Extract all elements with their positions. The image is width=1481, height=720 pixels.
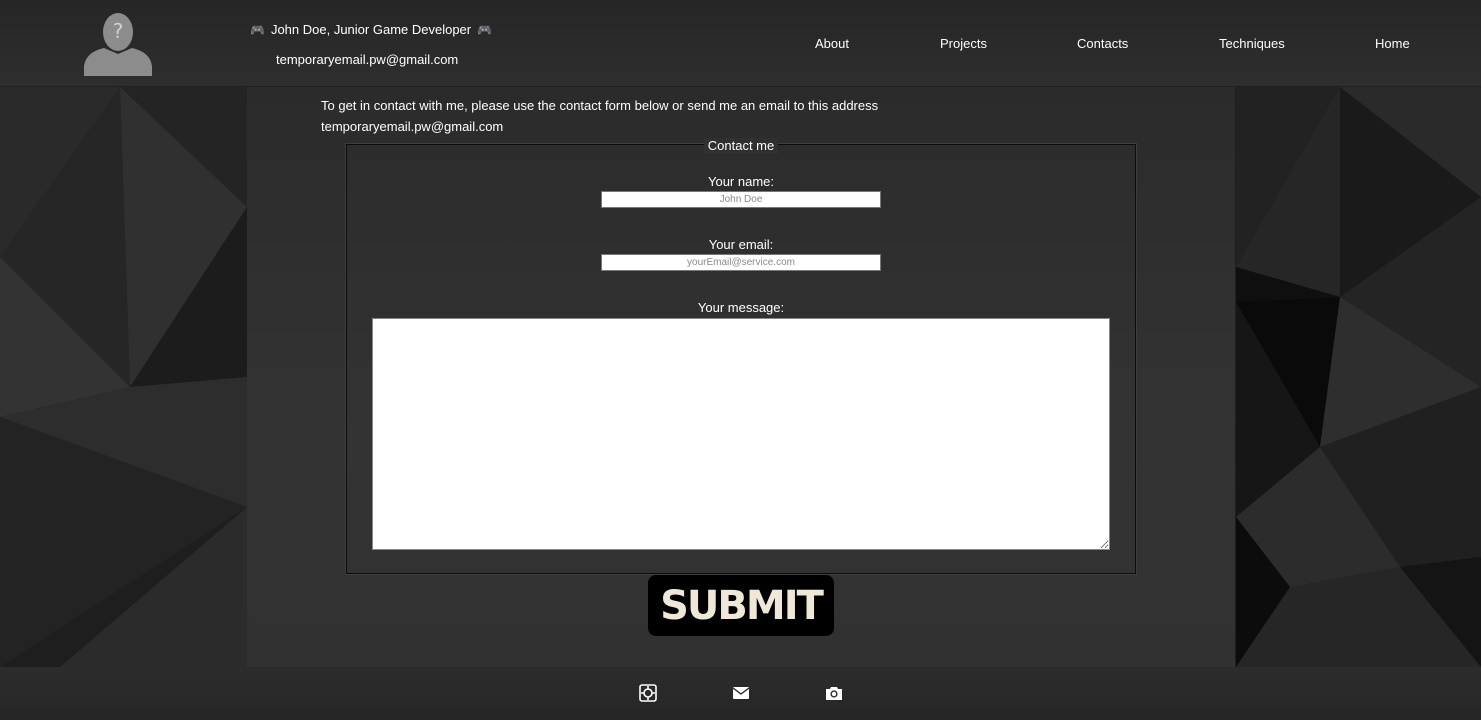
message-textarea[interactable] — [372, 318, 1110, 550]
email-input[interactable] — [601, 254, 881, 271]
intro-email: temporaryemail.pw@gmail.com — [321, 119, 504, 134]
user-silhouette-icon: ? — [84, 13, 152, 76]
intro-text: To get in contact with me, please use th… — [321, 98, 879, 113]
itch-io-icon[interactable] — [639, 684, 657, 702]
nav-projects[interactable]: Projects — [940, 36, 987, 51]
contact-form: Contact me Your name: Your email: Your m… — [345, 138, 1137, 575]
site-title-text: John Doe, Junior Game Developer — [270, 22, 472, 37]
submit-button[interactable]: SUBMIT — [648, 575, 834, 636]
site-header: ? 🎮 John Doe, Junior Game Developer 🎮 te… — [0, 0, 1481, 87]
nav-techniques[interactable]: Techniques — [1219, 36, 1285, 51]
gamepad-icon: 🎮 — [250, 22, 265, 37]
form-legend: Contact me — [347, 137, 1135, 155]
site-footer — [0, 667, 1481, 720]
email-label: Your email: — [708, 237, 774, 252]
mail-icon[interactable] — [732, 684, 750, 702]
nav-about[interactable]: About — [815, 36, 849, 51]
gamepad-icon: 🎮 — [477, 22, 493, 37]
name-label: Your name: — [707, 174, 774, 189]
message-label: Your message: — [697, 300, 785, 315]
header-email: temporaryemail.pw@gmail.com — [276, 52, 459, 67]
name-input[interactable] — [601, 191, 881, 208]
site-title: 🎮 John Doe, Junior Game Developer 🎮 — [250, 22, 492, 37]
camera-icon[interactable] — [825, 684, 843, 702]
main-content: To get in contact with me, please use th… — [247, 87, 1235, 667]
form-legend-text: Contact me — [703, 138, 779, 154]
nav-contacts[interactable]: Contacts — [1077, 36, 1128, 51]
contact-intro: To get in contact with me, please use th… — [321, 95, 941, 137]
nav-home[interactable]: Home — [1375, 36, 1410, 51]
svg-text:?: ? — [113, 19, 124, 43]
